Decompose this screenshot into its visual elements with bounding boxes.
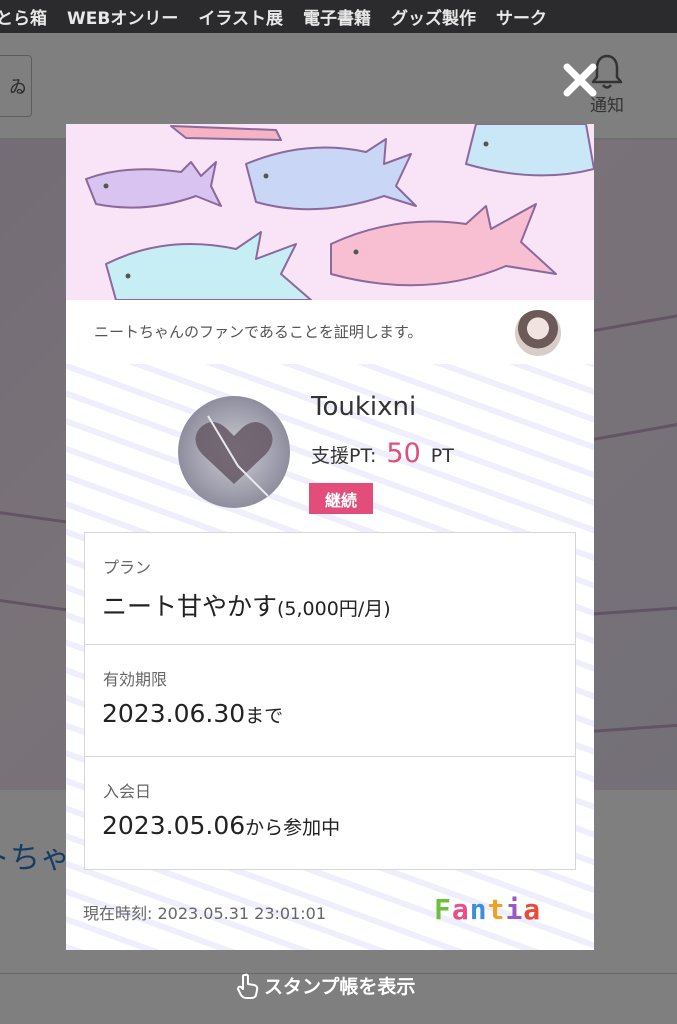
joined-suffix: から参加中: [245, 817, 341, 839]
top-navigation: とら箱 WEBオンリー イラスト展 電子書籍 グッズ製作 サーク: [0, 0, 677, 33]
support-points: 支援PT: 50 PT: [311, 438, 454, 469]
logo-letter: a: [523, 893, 542, 926]
fan-certificate-card: ニートちゃんのファンであることを証明します。 Toukixni 支援PT: 50…: [66, 124, 594, 950]
logo-letter: n: [469, 893, 488, 926]
close-icon[interactable]: [560, 60, 600, 100]
expiry-value: 2023.06.30まで: [102, 699, 283, 728]
nav-item-ebooks[interactable]: 電子書籍: [293, 4, 381, 29]
expiry-date: 2023.06.30: [102, 699, 246, 728]
fan-name: Toukixni: [311, 392, 417, 422]
points-label: 支援PT:: [311, 445, 377, 467]
plan-value: ニート甘やかす(5,000円/月): [102, 587, 391, 623]
nav-item-illust-exhibition[interactable]: イラスト展: [188, 4, 293, 29]
heart-icon: [195, 415, 273, 497]
stamp-book-link[interactable]: スタンプ帳を表示: [236, 972, 415, 999]
joined-row: 入会日 2023.05.06から参加中: [85, 757, 575, 869]
joined-date: 2023.05.06: [102, 811, 246, 840]
logo-letter: F: [434, 893, 452, 926]
plan-name: ニート甘やかす: [102, 592, 278, 621]
nav-item-web-only[interactable]: WEBオンリー: [57, 4, 188, 29]
logo-letter: i: [505, 893, 524, 926]
certificate-text: ニートちゃんのファンであることを証明します。: [94, 323, 423, 341]
points-unit: PT: [430, 445, 454, 467]
shark-header-illustration: [66, 124, 594, 300]
nav-item-circle[interactable]: サーク: [486, 4, 557, 29]
expiry-row: 有効期限 2023.06.30まで: [85, 645, 575, 757]
stamp-book-label: スタンプ帳を表示: [264, 976, 416, 998]
fantia-logo: Fantia: [434, 893, 541, 926]
membership-info-box: プラン ニート甘やかす(5,000円/月) 有効期限 2023.06.30まで …: [84, 532, 576, 870]
logo-letter: a: [451, 893, 470, 926]
logo-letter: t: [487, 893, 506, 926]
nav-item-goods[interactable]: グッズ製作: [381, 4, 486, 29]
plan-row: プラン ニート甘やかす(5,000円/月): [85, 533, 575, 645]
card-body: ニートちゃんのファンであることを証明します。 Toukixni 支援PT: 50…: [66, 300, 594, 950]
points-value: 50: [386, 438, 421, 469]
nav-item-torabako[interactable]: とら箱: [0, 4, 57, 29]
joined-value: 2023.05.06から参加中: [102, 811, 340, 840]
fan-avatar: [178, 396, 290, 508]
plan-price: (5,000円/月): [277, 598, 391, 620]
expiry-label: 有効期限: [103, 670, 168, 689]
expiry-suffix: まで: [245, 705, 284, 727]
creator-avatar[interactable]: [513, 308, 563, 358]
pointer-hand-icon: [237, 973, 259, 999]
certificate-header: ニートちゃんのファンであることを証明します。: [66, 300, 594, 364]
joined-label: 入会日: [103, 782, 152, 801]
status-badge: 継続: [309, 483, 373, 514]
current-time: 現在時刻: 2023.05.31 23:01:01: [83, 904, 327, 923]
plan-label: プラン: [103, 558, 152, 577]
